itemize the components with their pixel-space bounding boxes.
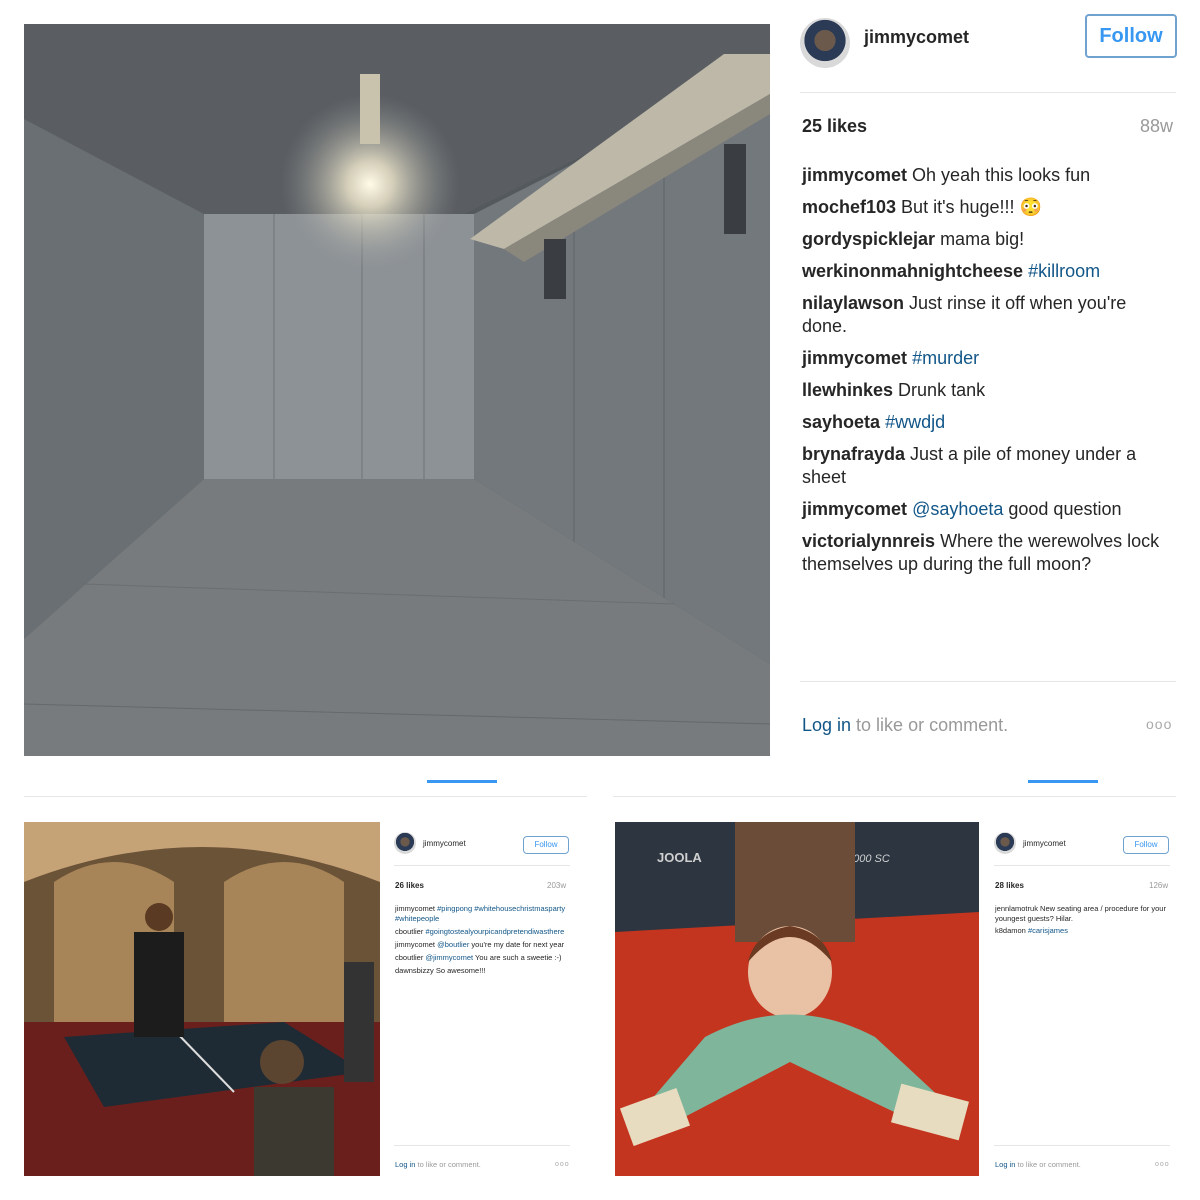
pingpong-photo	[24, 822, 380, 1176]
login-text: to like or comment.	[851, 715, 1009, 735]
comment: jimmycomet Oh yeah this looks fun	[802, 164, 1176, 187]
post-username[interactable]: jimmycomet	[864, 27, 969, 48]
divider	[800, 681, 1176, 682]
comment-list: jimmycomet Oh yeah this looks fun mochef…	[802, 164, 1176, 585]
divider	[394, 865, 570, 866]
comment: jennlamotruk New seating area / procedur…	[995, 904, 1167, 924]
follow-button[interactable]: Follow	[1085, 14, 1177, 58]
time-ago[interactable]: 203w	[547, 881, 566, 890]
site-header	[24, 764, 587, 797]
comment: cboutlier #goingtostealyourpicandpretend…	[395, 927, 567, 937]
comment-user[interactable]: cboutlier	[395, 927, 423, 936]
post-panel-main: jimmycomet Follow 25 likes 88w jimmycome…	[770, 0, 1200, 756]
hashtag-link[interactable]: #carisjames	[1028, 926, 1068, 935]
screenshot-kid: JOOLA 3000 SC jimmycomet Follow 28 likes…	[613, 764, 1176, 1176]
login-prompt: Log in to like or comment.	[802, 715, 1008, 736]
mention-link[interactable]: @jimmycomet	[425, 953, 473, 962]
comment: cboutlier @jimmycomet You are such a swe…	[395, 953, 567, 963]
kid-table-photo: JOOLA 3000 SC	[615, 822, 979, 1176]
login-link[interactable]: Log in	[395, 1160, 415, 1169]
comment-user[interactable]: gordyspicklejar	[802, 229, 935, 249]
likes-count[interactable]: 25 likes	[802, 116, 867, 137]
user-avatar[interactable]	[394, 832, 416, 854]
comment-list: jennlamotruk New seating area / procedur…	[995, 904, 1167, 938]
time-ago[interactable]: 88w	[1140, 116, 1173, 137]
likes-count[interactable]: 26 likes	[395, 881, 424, 890]
comment: victorialynnreis Where the werewolves lo…	[802, 530, 1176, 576]
comment-user[interactable]: jennlamotruk	[995, 904, 1038, 913]
header-button-edge	[1028, 780, 1098, 783]
comment-user[interactable]: werkinonmahnightcheese	[802, 261, 1023, 281]
comment-user[interactable]: jimmycomet	[802, 499, 907, 519]
user-avatar[interactable]	[800, 18, 850, 68]
comment-text: good question	[1003, 499, 1122, 519]
comment-text: But it's huge!!! 😳	[896, 197, 1042, 217]
comment-user[interactable]: cboutlier	[395, 953, 423, 962]
comment: mochef103 But it's huge!!! 😳	[802, 196, 1176, 219]
divider	[800, 92, 1176, 93]
hashtag-link[interactable]: #killroom	[1028, 261, 1100, 281]
comment: jimmycomet @sayhoeta good question	[802, 498, 1176, 521]
divider	[994, 865, 1170, 866]
follow-button[interactable]: Follow	[1123, 836, 1169, 854]
login-text: to like or comment.	[415, 1160, 481, 1169]
comment: brynafrayda Just a pile of money under a…	[802, 443, 1176, 489]
hashtag-link[interactable]: #wwdjd	[885, 412, 945, 432]
more-options-icon[interactable]: ooo	[555, 1161, 570, 1168]
comment-list: jimmycomet #pingpong #whitehousechristma…	[395, 904, 567, 979]
screenshot-pingpong: jimmycomet Follow 26 likes 203w jimmycom…	[24, 764, 587, 1176]
comment-user[interactable]: brynafrayda	[802, 444, 905, 464]
comment-text: mama big!	[935, 229, 1025, 249]
more-options-icon[interactable]: ooo	[1146, 716, 1172, 732]
mention-link[interactable]: @sayhoeta	[912, 499, 1003, 519]
divider	[994, 1145, 1170, 1146]
comment-user[interactable]: nilaylawson	[802, 293, 904, 313]
more-options-icon[interactable]: ooo	[1155, 1161, 1170, 1168]
comment-user[interactable]: jimmycomet	[395, 904, 435, 913]
comment-user[interactable]: jimmycomet	[395, 940, 435, 949]
comment-text: Drunk tank	[893, 380, 986, 400]
time-ago[interactable]: 126w	[1149, 881, 1168, 890]
likes-count[interactable]: 28 likes	[995, 881, 1024, 890]
comment-user[interactable]: mochef103	[802, 197, 896, 217]
login-prompt: Log in to like or comment.	[995, 1160, 1081, 1169]
comment: werkinonmahnightcheese #killroom	[802, 260, 1176, 283]
comment: llewhinkes Drunk tank	[802, 379, 1176, 402]
comment-user[interactable]: jimmycomet	[802, 165, 907, 185]
post-username[interactable]: jimmycomet	[423, 839, 466, 848]
comment-user[interactable]: victorialynnreis	[802, 531, 935, 551]
table-brand-text: JOOLA	[657, 850, 702, 865]
comment: k8damon #carisjames	[995, 926, 1167, 936]
comment: jimmycomet #pingpong #whitehousechristma…	[395, 904, 567, 924]
comment: gordyspicklejar mama big!	[802, 228, 1176, 251]
comment-user[interactable]: llewhinkes	[802, 380, 893, 400]
comment: sayhoeta #wwdjd	[802, 411, 1176, 434]
comment-user[interactable]: k8damon	[995, 926, 1026, 935]
comment-text: You are such a sweetie :-)	[473, 953, 562, 962]
login-text: to like or comment.	[1015, 1160, 1081, 1169]
vault-room-photo	[24, 24, 770, 756]
comment: dawnsbizzy So awesome!!!	[395, 966, 567, 976]
comment: jimmycomet @boutlier you're my date for …	[395, 940, 567, 950]
follow-button[interactable]: Follow	[523, 836, 569, 854]
comment-text: So awesome!!!	[433, 966, 486, 975]
login-prompt: Log in to like or comment.	[395, 1160, 481, 1169]
comment-user[interactable]: jimmycomet	[802, 348, 907, 368]
mention-link[interactable]: @boutlier	[437, 940, 469, 949]
comment: jimmycomet #murder	[802, 347, 1176, 370]
login-link[interactable]: Log in	[802, 715, 851, 735]
hashtag-link[interactable]: #goingtostealyourpicandpretendiwasthere	[425, 927, 564, 936]
divider	[394, 1145, 570, 1146]
comment-text: you're my date for next year	[469, 940, 565, 949]
post-username[interactable]: jimmycomet	[1023, 839, 1066, 848]
comment-user[interactable]: dawnsbizzy	[395, 966, 434, 975]
comment-user[interactable]: sayhoeta	[802, 412, 880, 432]
login-link[interactable]: Log in	[995, 1160, 1015, 1169]
comment: nilaylawson Just rinse it off when you'r…	[802, 292, 1176, 338]
hashtag-link[interactable]: #murder	[912, 348, 979, 368]
header-button-edge	[427, 780, 497, 783]
comment-text: Oh yeah this looks fun	[907, 165, 1091, 185]
user-avatar[interactable]	[994, 832, 1016, 854]
